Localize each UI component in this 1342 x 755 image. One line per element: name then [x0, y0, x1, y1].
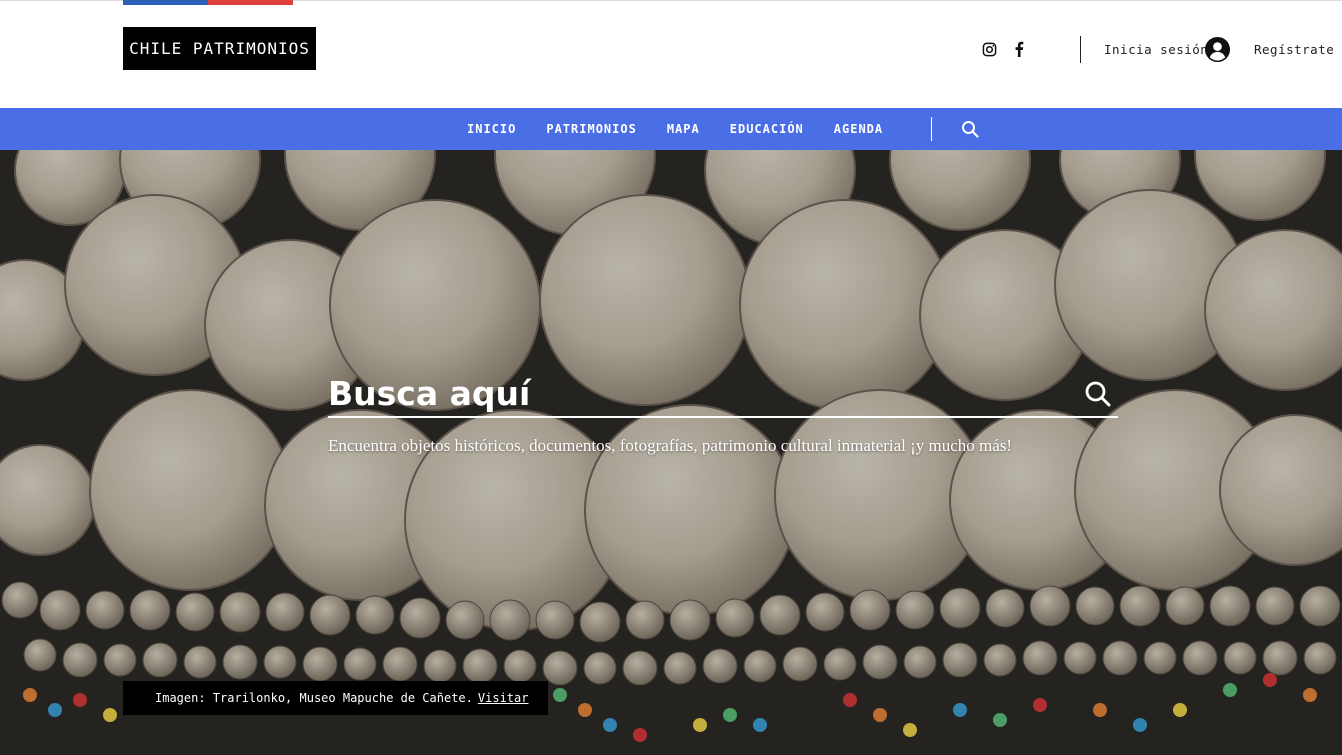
nav-divider: [931, 117, 932, 141]
flag-red: [208, 0, 293, 5]
main-nav: INICIO PATRIMONIOS MAPA EDUCACIÓN AGENDA: [0, 108, 1342, 150]
nav-list: INICIO PATRIMONIOS MAPA EDUCACIÓN AGENDA: [467, 108, 913, 150]
search-icon[interactable]: [1084, 380, 1112, 408]
hero-search: [328, 370, 1118, 418]
image-credit-text: Imagen: Trarilonko, Museo Mapuche de Cañ…: [155, 691, 473, 705]
hero-search-input[interactable]: [328, 370, 1068, 416]
nav-item-inicio[interactable]: INICIO: [467, 122, 516, 136]
image-credit-link[interactable]: Visitar: [478, 691, 529, 705]
flag-blue: [123, 0, 208, 5]
login-link[interactable]: Inicia sesión: [1104, 42, 1208, 57]
site-header: CHILE PATRIMONIOS Inicia sesión Regístra…: [0, 0, 1342, 108]
header-divider: [1080, 36, 1081, 63]
nav-item-patrimonios[interactable]: PATRIMONIOS: [546, 122, 636, 136]
facebook-icon[interactable]: [1010, 40, 1028, 58]
user-avatar-icon[interactable]: [1204, 36, 1231, 63]
image-credit: Imagen: Trarilonko, Museo Mapuche de Cañ…: [123, 681, 548, 715]
hero-tagline: Encuentra objetos históricos, documentos…: [328, 436, 1013, 455]
flag-bar: [123, 0, 293, 5]
nav-item-agenda[interactable]: AGENDA: [834, 122, 883, 136]
site-logo[interactable]: CHILE PATRIMONIOS: [123, 27, 316, 70]
hero-section: Encuentra objetos históricos, documentos…: [0, 150, 1342, 755]
search-icon[interactable]: [961, 120, 979, 138]
instagram-icon[interactable]: [980, 40, 998, 58]
register-link[interactable]: Regístrate: [1254, 42, 1334, 57]
nav-item-educacion[interactable]: EDUCACIÓN: [730, 122, 804, 136]
nav-item-mapa[interactable]: MAPA: [667, 122, 700, 136]
social-links: [980, 40, 1028, 58]
